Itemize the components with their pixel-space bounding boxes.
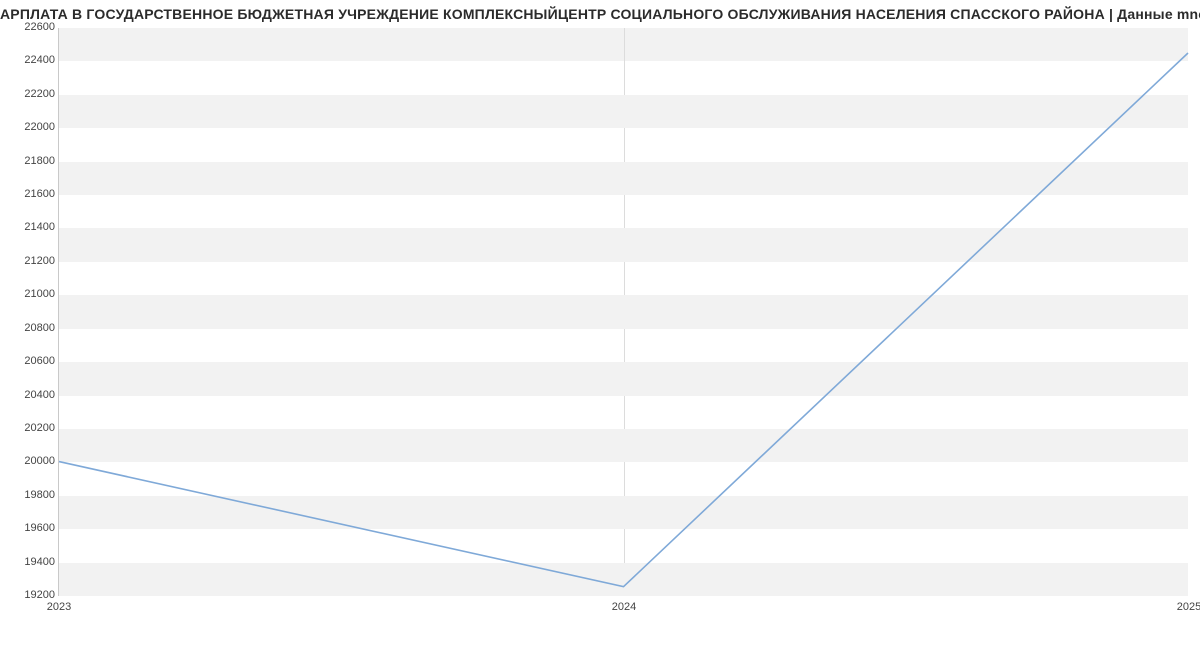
y-tick-label: 20400 (17, 389, 55, 401)
y-tick-label: 20800 (17, 322, 55, 334)
y-tick-label: 22200 (17, 88, 55, 100)
y-tick-label: 22400 (17, 54, 55, 66)
y-tick-label: 22000 (17, 121, 55, 133)
x-tick-label: 2023 (47, 601, 71, 613)
y-tick-label: 19400 (17, 556, 55, 568)
y-tick-label: 21400 (17, 221, 55, 233)
y-tick-label: 21200 (17, 255, 55, 267)
y-tick-label: 20000 (17, 455, 55, 467)
y-tick-label: 19200 (17, 589, 55, 601)
y-tick-label: 21600 (17, 188, 55, 200)
chart-plot: 1920019400196001980020000202002040020600… (58, 28, 1188, 596)
y-tick-label: 20600 (17, 355, 55, 367)
plot-area: 1920019400196001980020000202002040020600… (58, 28, 1188, 596)
y-tick-label: 21800 (17, 155, 55, 167)
series-line (59, 53, 1188, 587)
x-tick-label: 2024 (612, 601, 636, 613)
y-tick-label: 19600 (17, 522, 55, 534)
y-tick-label: 21000 (17, 288, 55, 300)
line-series (59, 28, 1188, 595)
y-tick-label: 19800 (17, 489, 55, 501)
chart-title: АРПЛАТА В ГОСУДАРСТВЕННОЕ БЮДЖЕТНАЯ УЧРЕ… (0, 6, 1200, 22)
x-tick-label: 2025 (1177, 601, 1200, 613)
y-tick-label: 20200 (17, 422, 55, 434)
y-tick-label: 22600 (17, 21, 55, 33)
